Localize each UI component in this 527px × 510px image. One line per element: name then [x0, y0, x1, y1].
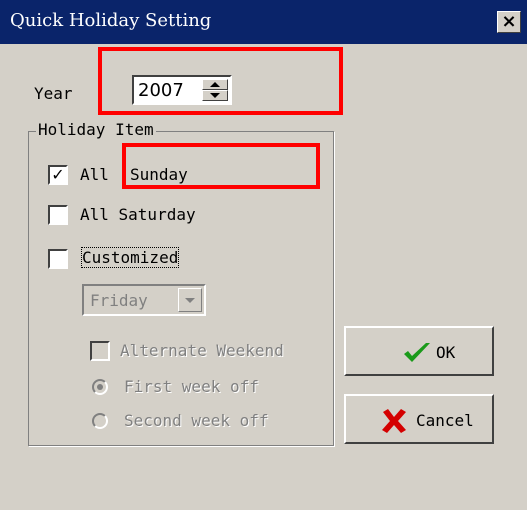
red-x-icon: [382, 409, 406, 433]
alternate-weekend-checkbox[interactable]: [90, 341, 110, 361]
cancel-label: Cancel: [416, 411, 474, 430]
holiday-item-group-label: Holiday Item: [36, 120, 156, 139]
ok-label: OK: [436, 343, 456, 362]
customized-label[interactable]: Customized: [80, 247, 180, 268]
title-bar: Quick Holiday Setting ×: [0, 0, 527, 44]
second-week-off-radio[interactable]: [92, 413, 108, 429]
second-week-off-label[interactable]: Second week off: [124, 411, 269, 430]
day-select[interactable]: Friday: [82, 284, 206, 316]
all-saturday-label[interactable]: All Saturday: [80, 205, 196, 224]
first-week-off-radio[interactable]: [92, 379, 108, 395]
cancel-button[interactable]: Cancel: [344, 394, 494, 444]
window-title: Quick Holiday Setting: [10, 10, 212, 31]
annotation-highlight-sunday: [122, 143, 320, 189]
all-sunday-checkbox[interactable]: ✓: [48, 165, 68, 185]
all-sunday-label-prefix[interactable]: All: [80, 165, 109, 184]
green-checkmark-icon: [404, 343, 430, 362]
day-select-value: Friday: [90, 291, 148, 310]
year-label: Year: [34, 84, 73, 103]
close-button[interactable]: ×: [497, 11, 521, 33]
close-icon: ×: [501, 11, 517, 32]
first-week-off-label[interactable]: First week off: [124, 377, 259, 396]
all-saturday-checkbox[interactable]: [48, 205, 68, 225]
checkmark-icon: ✓: [51, 165, 65, 184]
ok-button[interactable]: OK: [344, 326, 494, 376]
alternate-weekend-label[interactable]: Alternate Weekend: [120, 341, 284, 360]
dropdown-arrow-icon[interactable]: [178, 288, 202, 312]
annotation-highlight-year: [98, 47, 343, 115]
customized-checkbox[interactable]: [48, 249, 68, 269]
